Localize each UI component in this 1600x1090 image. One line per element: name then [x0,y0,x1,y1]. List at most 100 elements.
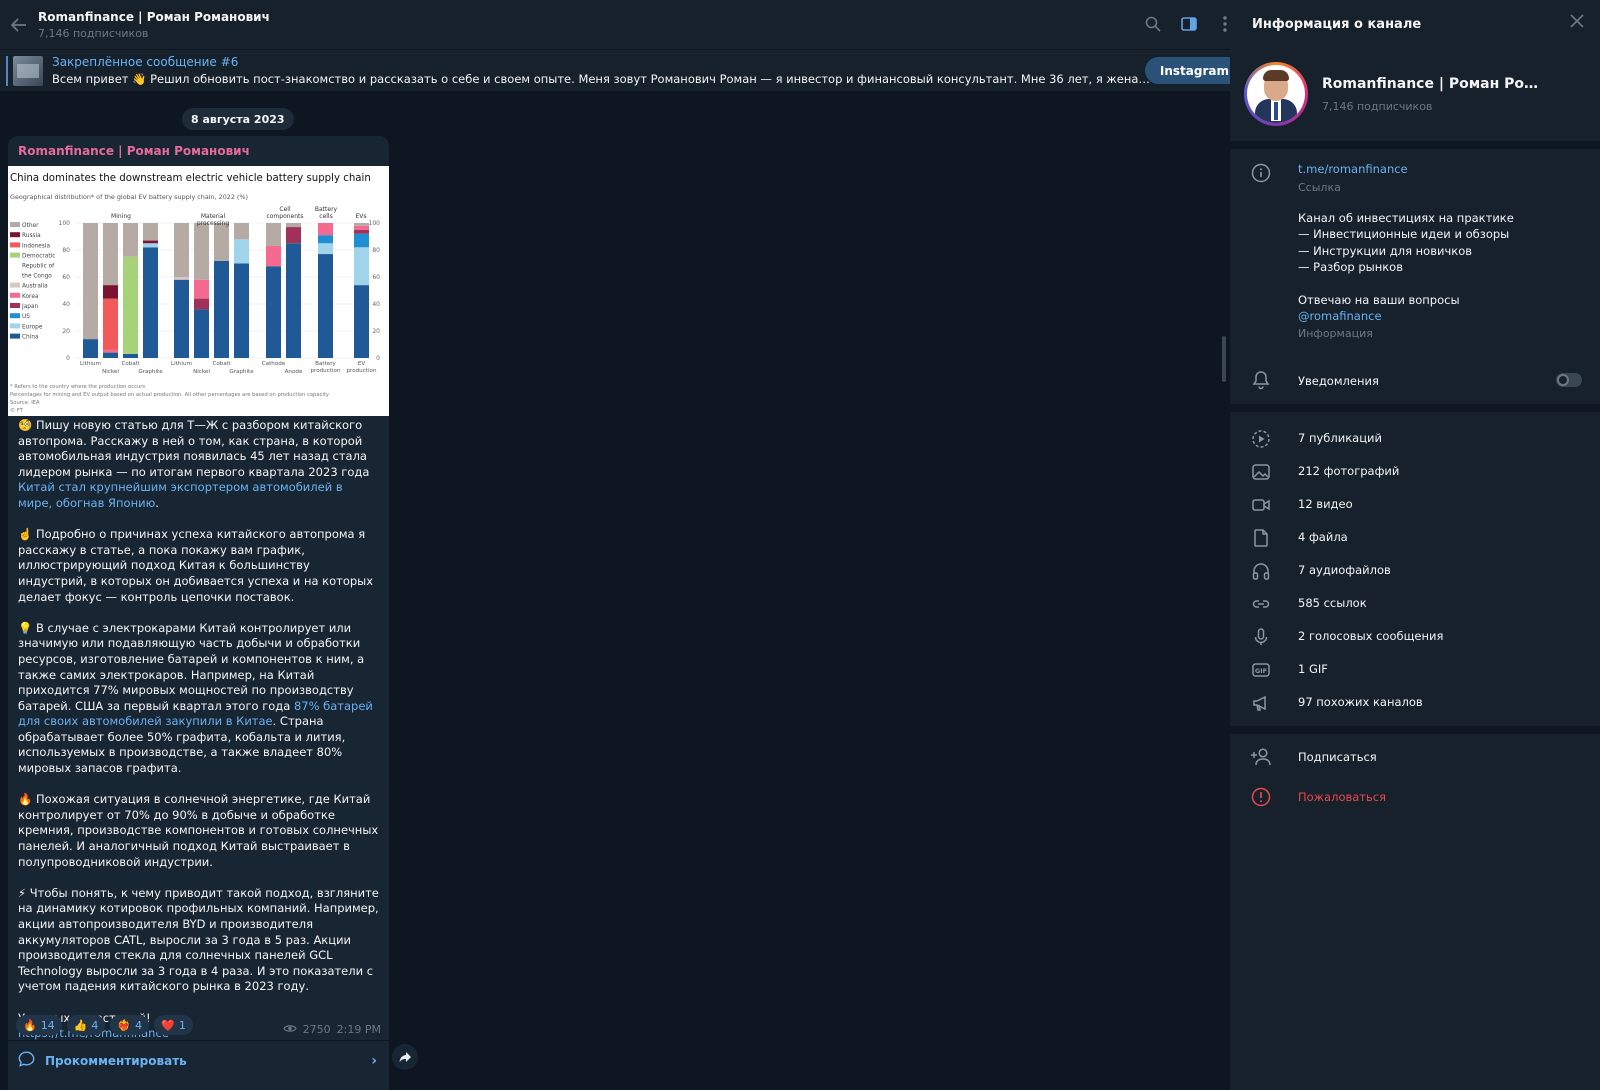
chart-bar-segment-china [123,353,138,358]
username-link[interactable]: @romafinance [1298,308,1514,324]
report-icon [1250,786,1272,808]
chart-source: Source: IEA [10,400,40,406]
chart-bar-segment-us [354,233,369,248]
media-item-video-play[interactable]: 7 публикаций [1298,431,1382,445]
reaction-heart[interactable]: ❤️ 1 [154,1015,193,1035]
add-user-icon [1250,746,1272,768]
chart-bar-segment-other [354,223,369,226]
chart-x-tick: Graphite [138,369,163,375]
report-button[interactable]: Пожаловаться [1298,790,1386,804]
chart-bar-segment-other [214,223,229,261]
chart-bar-segment-korea [103,349,118,353]
microphone-icon [1250,626,1272,648]
channel-name: Romanfinance | Роман Романович [38,9,270,24]
chart-credit: © FT [10,407,24,414]
scrollbar-thumb[interactable] [1222,336,1226,382]
media-item-megaphone[interactable]: 97 похожих каналов [1298,695,1423,709]
reaction-count: 14 [40,1018,55,1032]
chart-y-tick-left: 20 [62,328,70,335]
chart-x-tick: production [346,368,376,374]
chart-bar-segment-korea [354,225,369,230]
chart-bar-segment-us [318,235,333,244]
chart-legend-label: Russia [22,233,41,239]
post-meta: 2750 2:19 PM [282,1023,381,1036]
chart-bar-segment-japan [194,298,209,310]
search-icon[interactable] [1142,13,1164,35]
description-line: — Разбор рынков [1298,260,1403,275]
comment-button[interactable]: Прокомментировать › [8,1040,389,1080]
avatar[interactable] [1244,62,1308,126]
chart-bar-segment-europe [354,247,369,286]
megaphone-icon [1250,692,1272,714]
chart-y-tick-left: 0 [66,355,70,362]
chart-bar-segment-japan [354,229,369,234]
profile-channel-name: Romanfinance | Роман Романович [1322,75,1548,92]
view-count: 2750 [302,1023,331,1036]
chart-legend-swatch [10,323,20,329]
chart-legend-label: Other [22,223,39,229]
media-item-headphones[interactable]: 7 аудиофайлов [1298,563,1391,577]
post-chart-image[interactable]: China dominates the downstream electric … [8,166,389,416]
chart-group-label: Material [201,213,226,220]
chart-y-tick-right: 60 [372,274,380,281]
chart-y-tick-right: 40 [372,301,380,308]
chat-title-block[interactable]: Romanfinance | Роман Романович 7,146 под… [38,10,270,40]
chart-legend-label: Indonesia [22,243,50,249]
chart-x-tick: Lithium [80,361,101,367]
link-caption: Ссылка [1298,181,1341,194]
chart-bar-segment-other [103,223,118,286]
chart-svg: China dominates the downstream electric … [10,173,380,414]
chart-x-tick: Anode [285,369,303,375]
chevron-right-icon: › [371,1052,377,1069]
chart-group-label: Cell [279,206,291,213]
chart-group-label: EVs [355,213,366,220]
chart-x-tick: Cathode [262,361,286,367]
post-text: . [155,495,159,510]
info-caption: Информация [1298,327,1373,341]
chart-legend-swatch [10,333,20,339]
chart-x-tick: Lithium [171,361,192,367]
chart-y-tick-right: 0 [376,355,380,362]
heart-emoji-icon: ❤️ [161,1018,175,1032]
post-paragraph-3: 💡 В случае с электрокарами Китай контрол… [18,621,380,777]
subscribe-button[interactable]: Подписаться [1298,750,1377,764]
post-author[interactable]: Romanfinance | Роман Романович [18,144,250,158]
chart-bar-segment-china [194,309,209,358]
chart-x-tick: Graphite [229,369,254,375]
date-separator: 8 августа 2023 [182,108,294,130]
thumbs-up-emoji-icon: 👍 [73,1018,88,1032]
media-item-link[interactable]: 585 ссылок [1298,596,1367,610]
media-item-file[interactable]: 4 файла [1298,530,1348,544]
chart-legend-swatch [10,252,20,258]
post-paragraph-5: ⚡ Чтобы понять, к чему приводит такой по… [18,885,379,994]
chart-y-tick-right: 80 [372,247,380,254]
media-item-microphone[interactable]: 2 голосовых сообщения [1298,629,1443,643]
chart-bar-segment-china [214,260,229,358]
close-icon[interactable] [1570,14,1584,31]
svg-text:GIF: GIF [1255,667,1267,675]
post-paragraph-1: 🧐 Пишу новую статью для Т—Ж с разбором к… [18,418,380,512]
channel-link[interactable]: t.me/romanfinance [1298,162,1408,176]
chart-legend-label: Korea [22,294,39,300]
reaction-count: 4 [91,1018,99,1032]
back-arrow-icon[interactable] [0,0,38,49]
post-paragraph-2: ☝️ Подробно о причинах успеха китайского… [18,527,374,604]
headphones-icon [1250,560,1272,582]
chart-legend-swatch [10,292,20,298]
chart-bar-segment-china [234,263,249,358]
media-item-gif[interactable]: 1 GIF [1298,662,1328,676]
media-item-video-camera[interactable]: 12 видео [1298,497,1353,511]
chart-bar-segment-china [174,279,189,358]
reaction-thumbs-up[interactable]: 👍 4 [66,1015,106,1035]
post-body: 🧐 Пишу новую статью для Т—Ж с разбором к… [18,418,380,1042]
reaction-heart-fire[interactable]: ❤️‍🔥 4 [110,1015,150,1035]
reaction-fire[interactable]: 🔥 14 [16,1015,62,1035]
chart-group-label: Battery [315,206,338,213]
post-link-china-export[interactable]: Китай стал крупнейшим экспортером автомо… [18,480,343,510]
share-icon[interactable] [392,1044,418,1070]
notifications-toggle[interactable] [1556,373,1582,387]
media-item-photo[interactable]: 212 фотографий [1298,464,1399,478]
video-play-icon [1250,428,1272,450]
sidebar-toggle-icon[interactable] [1178,13,1200,35]
pinned-message-bar[interactable]: Закреплённое сообщение #6 Всем привет 👋 … [0,49,1254,91]
